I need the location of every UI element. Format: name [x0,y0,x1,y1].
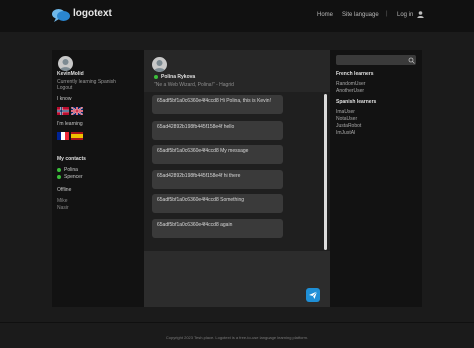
flag-spain[interactable] [71,132,83,140]
learning-label: I'm learning [57,121,83,127]
nav-login-link[interactable]: Log in [397,12,413,18]
learners-sidebar: French learners RandomUser AnotherUser S… [330,50,422,307]
message-input[interactable] [144,251,330,307]
chat-bubble-logo-icon[interactable] [52,8,70,22]
online-status-icon [57,167,61,172]
chat-message: 65ad42892b198fb445f158e4f hi there [152,170,283,189]
spanish-learners-heading: Spanish learners [336,99,377,105]
search-icon[interactable] [408,57,415,64]
contact-name: Spencer [64,174,83,180]
nav-site-language-link[interactable]: Site language [342,12,379,18]
contact-name: Polina [64,167,78,173]
contact-online-item[interactable]: Polina [57,167,78,173]
chat-message: 65adf5bf1a0c6360e4f4ccd8 Hi Polina, this… [152,95,283,114]
top-navbar: logotext Home Site language | Log in [0,0,474,32]
flag-uk[interactable] [71,107,83,115]
profile-username[interactable]: KevinMolid [57,71,84,77]
search-input[interactable] [336,55,416,65]
learner-link[interactable]: ImaUser [336,109,355,115]
chat-partner-quote: "Ne a Web Wizard, Polina!" - Hagrid [154,82,234,88]
offline-heading: Offline [57,187,72,193]
avatar-icon[interactable] [58,56,73,71]
learner-link[interactable]: AnotherUser [336,88,364,94]
chat-message: 65adf5bf1a0c6360e4f4ccd8 again [152,219,283,238]
learner-link[interactable]: JustaRobot [336,123,361,129]
flag-france[interactable] [57,132,69,140]
contact-offline-item[interactable]: Mike [57,198,68,204]
learner-link[interactable]: NotaUser [336,116,357,122]
my-contacts-heading: My contacts [57,156,86,162]
french-learners-heading: French learners [336,71,374,77]
learner-link[interactable]: ImJustAI [336,130,355,136]
user-icon[interactable] [417,11,424,18]
flag-norway[interactable] [57,107,69,115]
chat-panel: Polina Rykova "Ne a Web Wizard, Polina!"… [144,50,330,307]
chat-message: 65adf5bf1a0c6360e4f4ccd8 Something [152,194,283,213]
nav-divider: | [386,11,388,17]
online-status-icon [57,174,61,179]
contact-online-item[interactable]: Spencer [57,174,83,180]
online-status-icon [154,74,158,79]
i-know-label: I know [57,96,72,102]
footer-copyright: Copyright 2023 Tesh.place. Logotext is a… [165,335,309,340]
chat-message: 65ad42892b198fb445f158e4f hello [152,121,283,140]
chat-partner-label: Polina Rykova [161,74,196,80]
send-button[interactable] [306,288,320,302]
chat-scrollbar[interactable] [324,94,327,250]
footer-divider [0,322,474,323]
logout-link[interactable]: Logout [57,85,72,91]
nav-home-link[interactable]: Home [317,12,333,18]
chat-header: Polina Rykova "Ne a Web Wizard, Polina!"… [144,50,330,92]
send-icon [309,291,318,299]
chat-message: 65adf5bf1a0c6360e4f4ccd8 My message [152,145,283,164]
avatar-icon[interactable] [152,57,167,72]
profile-sidebar: KevinMolid Currently learning Spanish Lo… [52,50,144,307]
learner-link[interactable]: RandomUser [336,81,365,87]
chat-partner-name[interactable]: Polina Rykova [154,74,195,80]
contact-offline-item[interactable]: Nasir [57,205,69,211]
logo-text[interactable]: logotext [73,8,112,19]
